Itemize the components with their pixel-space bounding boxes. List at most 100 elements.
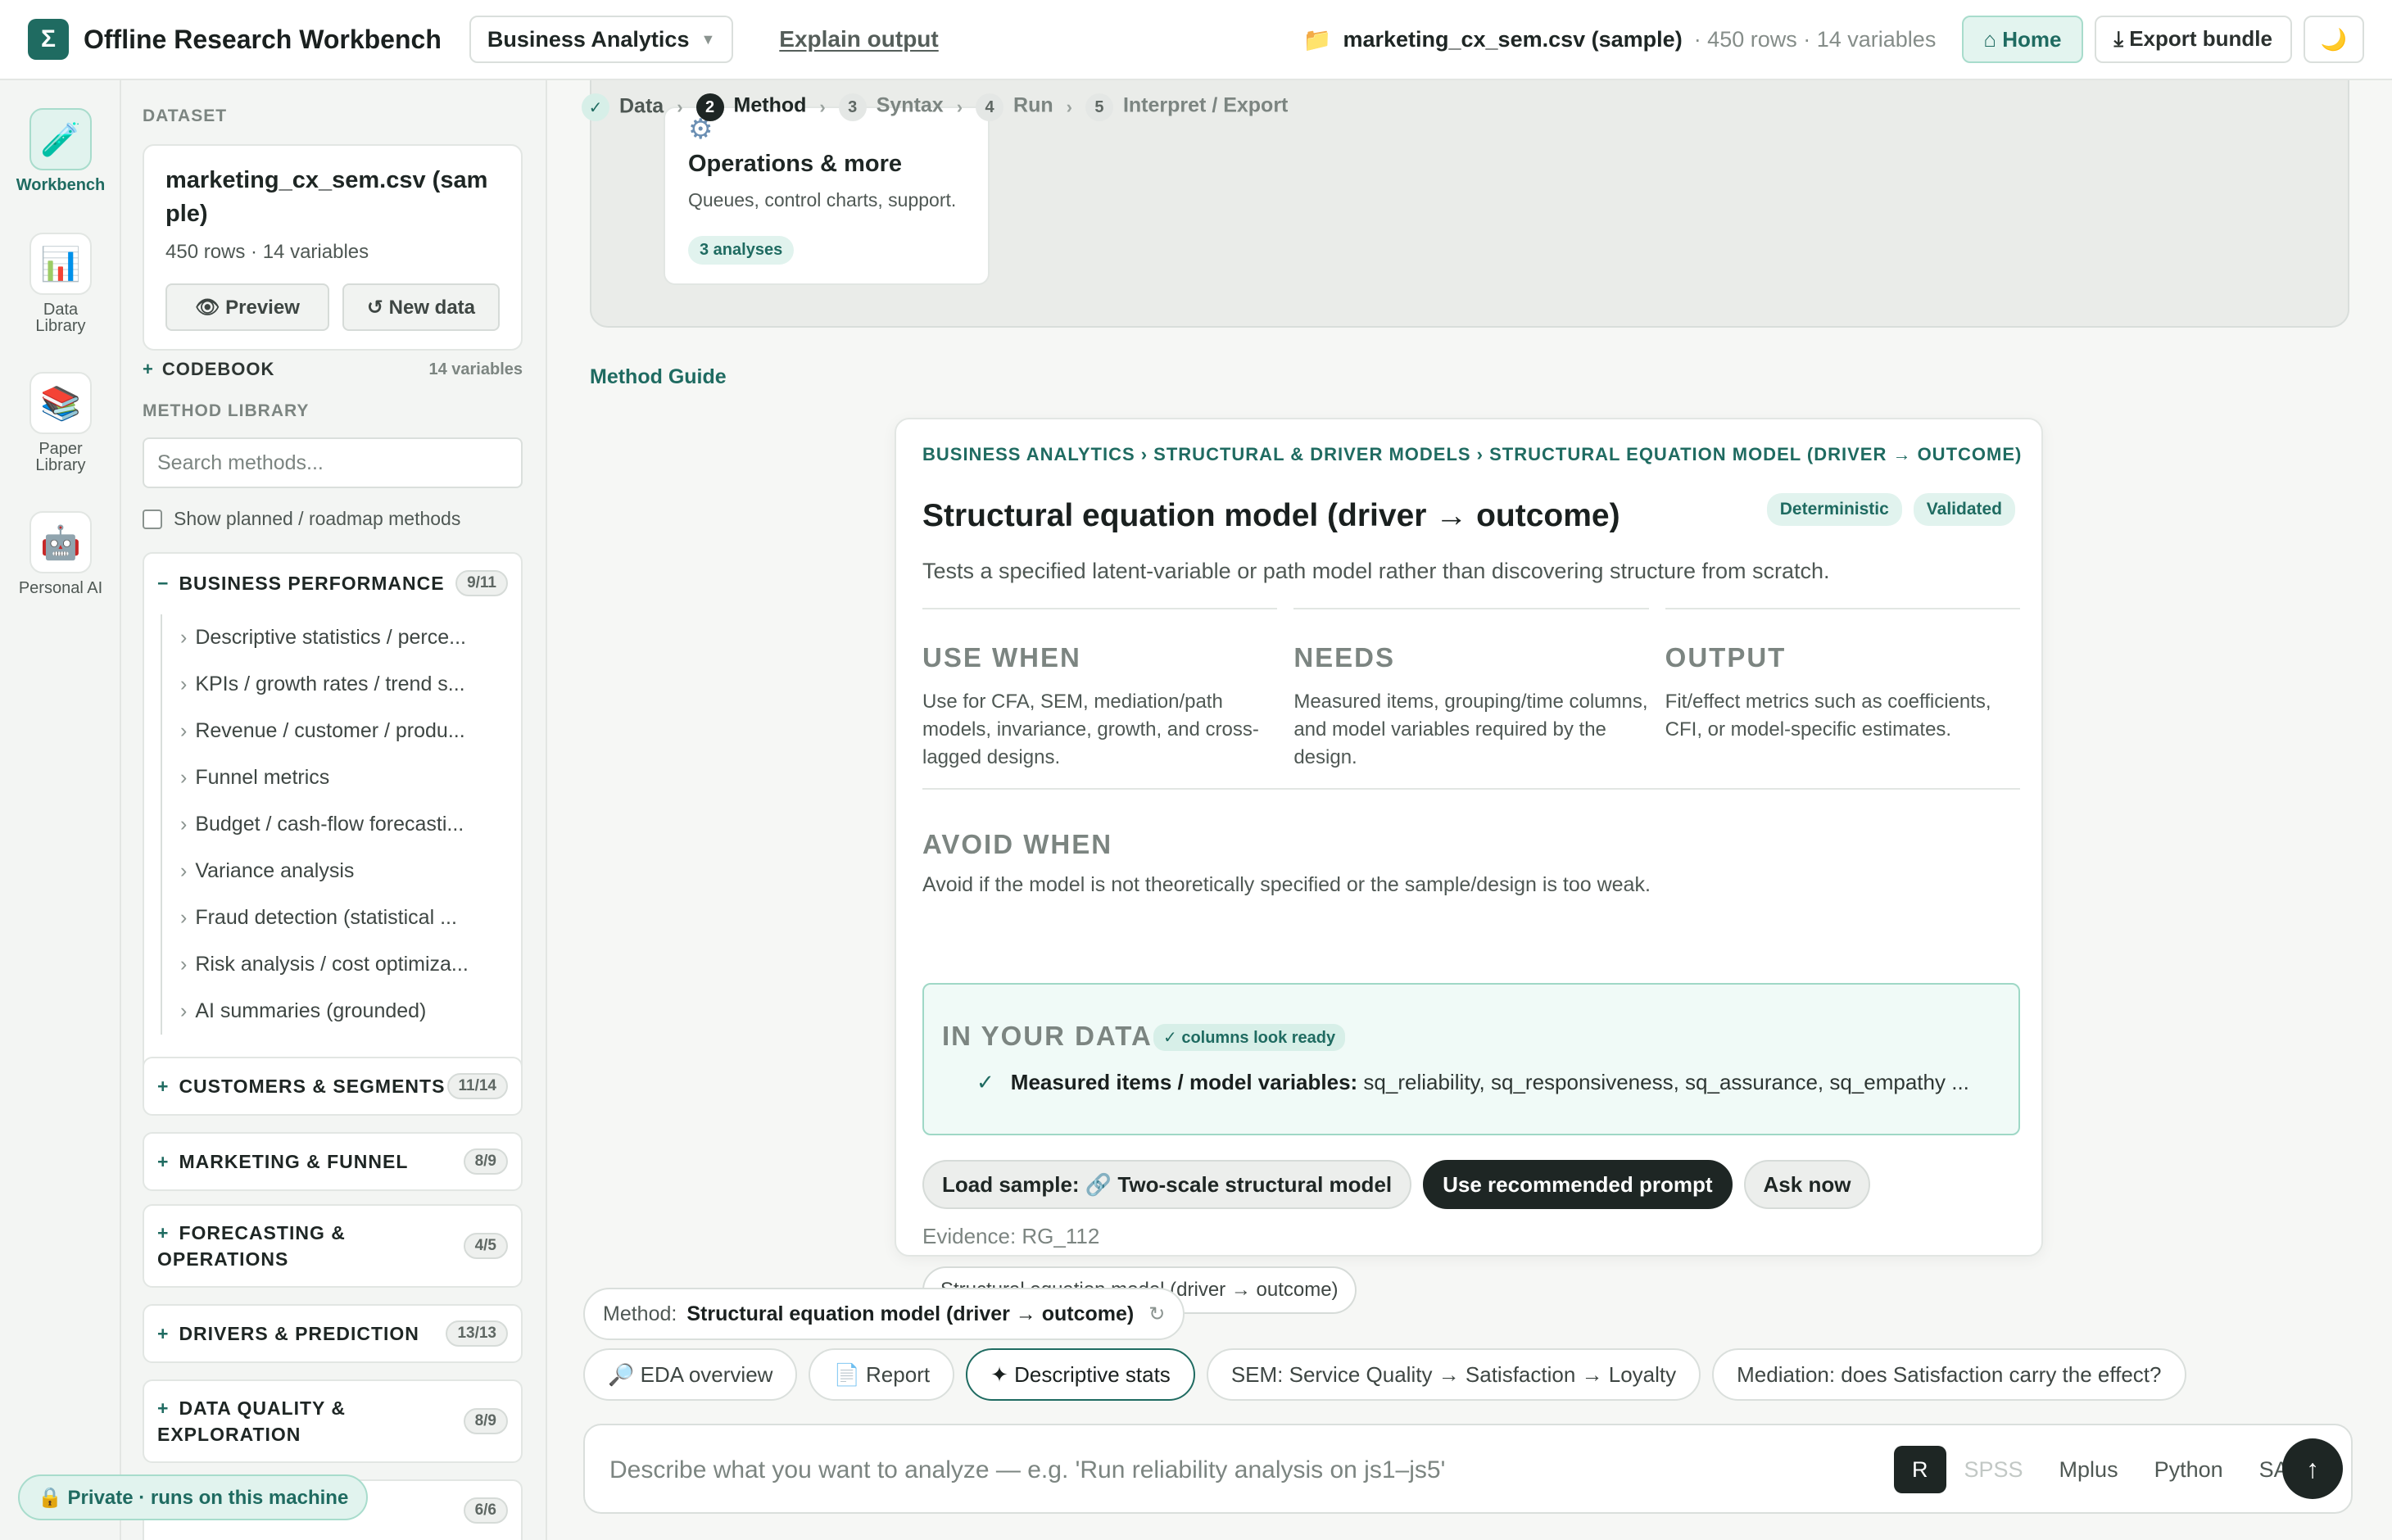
family-card-operations[interactable]: ⚙ Operations & more Queues, control char… bbox=[664, 106, 990, 285]
suggestion-eda-overview[interactable]: 🔎 EDA overview bbox=[583, 1348, 798, 1401]
output-heading: OUTPUT bbox=[1665, 642, 1787, 673]
group-title: DATA QUALITY & EXPLORATION bbox=[157, 1397, 346, 1445]
method-group-drivers-prediction[interactable]: + DRIVERS & PREDICTION 13/13 bbox=[143, 1304, 523, 1363]
method-item-label: Descriptive statistics / perce... bbox=[195, 626, 466, 649]
current-file-meta: · 450 rows · 14 variables bbox=[1693, 26, 1937, 52]
plus-icon: + bbox=[157, 1397, 170, 1419]
send-button[interactable]: ↑ bbox=[2282, 1438, 2343, 1499]
suggestion-mediation[interactable]: Mediation: does Satisfaction carry the e… bbox=[1712, 1348, 2186, 1401]
step-number: 3 bbox=[838, 93, 867, 121]
method-group-customers-segments[interactable]: + CUSTOMERS & SEGMENTS 11/14 bbox=[143, 1057, 523, 1116]
step-data[interactable]: ✓ Data bbox=[582, 93, 664, 121]
group-count: 13/13 bbox=[446, 1320, 508, 1347]
step-label: Syntax bbox=[876, 93, 944, 117]
codebook-toggle[interactable]: + CODEBOOK 14 variables bbox=[143, 359, 523, 380]
step-syntax[interactable]: 3 Syntax bbox=[838, 93, 944, 121]
top-bar: Σ Offline Research Workbench Business An… bbox=[0, 0, 2392, 80]
export-bundle-button[interactable]: ⤓ Export bundle bbox=[2094, 16, 2292, 63]
dataset-meta: 450 rows · 14 variables bbox=[165, 241, 369, 263]
step-method[interactable]: 2 Method bbox=[695, 93, 806, 121]
load-sample-button[interactable]: Load sample: 🔗 Two-scale structural mode… bbox=[922, 1160, 1412, 1209]
use-recommended-prompt-button[interactable]: Use recommended prompt bbox=[1423, 1160, 1733, 1209]
method-item[interactable]: › KPIs / growth rates / trend s... bbox=[162, 661, 508, 708]
show-planned-checkbox[interactable] bbox=[143, 509, 162, 529]
method-item[interactable]: › Fraud detection (statistical ... bbox=[162, 895, 508, 941]
prompt-input[interactable]: Describe what you want to analyze — e.g.… bbox=[609, 1456, 1445, 1484]
refresh-icon[interactable]: ↻ bbox=[1148, 1302, 1165, 1326]
ask-now-button[interactable]: Ask now bbox=[1743, 1160, 1871, 1209]
method-item[interactable]: › Revenue / customer / produ... bbox=[162, 708, 508, 754]
data-match-label: Measured items / model variables: bbox=[1010, 1070, 1358, 1094]
selected-method-chip[interactable]: Method: Structural equation model (drive… bbox=[583, 1288, 1185, 1340]
codebook-label: CODEBOOK bbox=[161, 359, 275, 379]
main-area: ⚙ Operations & more Queues, control char… bbox=[547, 80, 2392, 1540]
rail-label: Workbench bbox=[16, 176, 106, 194]
step-label: Interpret / Export bbox=[1122, 93, 1289, 117]
lang-python[interactable]: Python bbox=[2136, 1446, 2241, 1493]
method-guide-link[interactable]: Method Guide bbox=[590, 365, 727, 389]
group-title: MARKETING & FUNNEL bbox=[179, 1151, 409, 1172]
left-panel: DATASET marketing_cx_sem.csv (sample) 45… bbox=[121, 80, 547, 1540]
method-item[interactable]: › Funnel metrics bbox=[162, 754, 508, 801]
dataset-caption: DATASET bbox=[143, 106, 228, 125]
domain-select-value: Business Analytics bbox=[487, 26, 690, 52]
prompt-bar: Describe what you want to analyze — e.g.… bbox=[583, 1424, 2353, 1514]
method-item[interactable]: › Budget / cash-flow forecasti... bbox=[162, 801, 508, 848]
step-number: 2 bbox=[695, 93, 724, 121]
step-run[interactable]: 4 Run bbox=[976, 93, 1053, 121]
show-planned-toggle[interactable]: Show planned / roadmap methods bbox=[143, 508, 460, 530]
app-logo-icon[interactable]: Σ bbox=[28, 19, 69, 60]
step-interpret-export[interactable]: 5 Interpret / Export bbox=[1085, 93, 1288, 121]
plus-icon: + bbox=[157, 1151, 170, 1172]
preview-button[interactable]: 👁 Preview bbox=[165, 283, 329, 331]
rail-item-personal-ai[interactable]: 🤖 Personal AI bbox=[0, 511, 121, 596]
chevron-right-icon: › bbox=[180, 673, 188, 695]
method-group-marketing-funnel[interactable]: + MARKETING & FUNNEL 8/9 bbox=[143, 1132, 523, 1191]
lang-mplus[interactable]: Mplus bbox=[2041, 1446, 2136, 1493]
rail-item-data-library[interactable]: 📊 Data Library bbox=[0, 233, 121, 334]
lang-spss[interactable]: SPSS bbox=[1946, 1446, 2041, 1493]
theme-toggle-button[interactable]: 🌙 bbox=[2304, 16, 2364, 63]
method-item[interactable]: › Descriptive statistics / perce... bbox=[162, 614, 508, 661]
rail-item-paper-library[interactable]: 📚 Paper Library bbox=[0, 372, 121, 473]
suggestion-report[interactable]: 📄 Report bbox=[809, 1348, 955, 1401]
method-item-label: AI summaries (grounded) bbox=[195, 999, 427, 1022]
chevron-right-icon: › bbox=[180, 813, 188, 836]
group-header[interactable]: − BUSINESS PERFORMANCE 9/11 bbox=[144, 554, 521, 613]
new-data-button[interactable]: ↺ New data bbox=[342, 283, 501, 331]
method-group-data-quality-exploration[interactable]: + DATA QUALITY & EXPLORATION 8/9 bbox=[143, 1379, 523, 1463]
lang-r[interactable]: R bbox=[1894, 1446, 1946, 1493]
output-section: OUTPUT Fit/effect metrics such as coeffi… bbox=[1665, 608, 2020, 772]
arrow-up-icon: ↑ bbox=[2306, 1453, 2319, 1483]
family-card-count: 3 analyses bbox=[688, 236, 795, 265]
family-card-title: Operations & more bbox=[688, 151, 903, 177]
method-group-forecasting-operations[interactable]: + FORECASTING & OPERATIONS 4/5 bbox=[143, 1204, 523, 1288]
caret-down-icon: ▼ bbox=[700, 30, 716, 48]
group-count: 8/9 bbox=[463, 1148, 508, 1175]
family-card-desc: Queues, control charts, support. bbox=[688, 189, 957, 211]
suggestion-descriptive-stats[interactable]: ✦ Descriptive stats bbox=[966, 1348, 1195, 1401]
chevron-right-icon: › bbox=[677, 97, 683, 117]
dataset-card: marketing_cx_sem.csv (sample) 450 rows ·… bbox=[143, 144, 523, 351]
explain-output-link[interactable]: Explain output bbox=[779, 26, 938, 52]
method-item-label: Budget / cash-flow forecasti... bbox=[195, 813, 464, 836]
home-button[interactable]: ⌂ Home bbox=[1962, 16, 2083, 63]
method-chip-label: Method: bbox=[603, 1302, 677, 1325]
folder-icon: 📁 bbox=[1302, 26, 1332, 52]
suggestion-row: 🔎 EDA overview 📄 Report ✦ Descriptive st… bbox=[583, 1348, 2186, 1401]
group-count: 8/9 bbox=[463, 1408, 508, 1434]
evidence-label: Evidence: RG_112 bbox=[922, 1224, 1100, 1248]
avoid-when-heading: AVOID WHEN bbox=[922, 829, 1113, 859]
current-file-name: marketing_cx_sem.csv (sample) bbox=[1343, 26, 1683, 52]
show-planned-label: Show planned / roadmap methods bbox=[174, 508, 461, 529]
method-search-input[interactable]: Search methods... bbox=[143, 437, 523, 488]
avoid-when-text: Avoid if the model is not theoretically … bbox=[922, 873, 1651, 896]
suggestion-sem[interactable]: SEM: Service Quality → Satisfaction → Lo… bbox=[1206, 1348, 1701, 1401]
method-item[interactable]: › AI summaries (grounded) bbox=[162, 988, 508, 1035]
group-count: 4/5 bbox=[463, 1233, 508, 1259]
rail-item-workbench[interactable]: 🧪 Workbench bbox=[0, 108, 121, 193]
method-item[interactable]: › Variance analysis bbox=[162, 848, 508, 895]
domain-select[interactable]: Business Analytics ▼ bbox=[469, 16, 734, 63]
method-item[interactable]: › Risk analysis / cost optimiza... bbox=[162, 941, 508, 988]
group-count: 9/11 bbox=[455, 570, 508, 596]
